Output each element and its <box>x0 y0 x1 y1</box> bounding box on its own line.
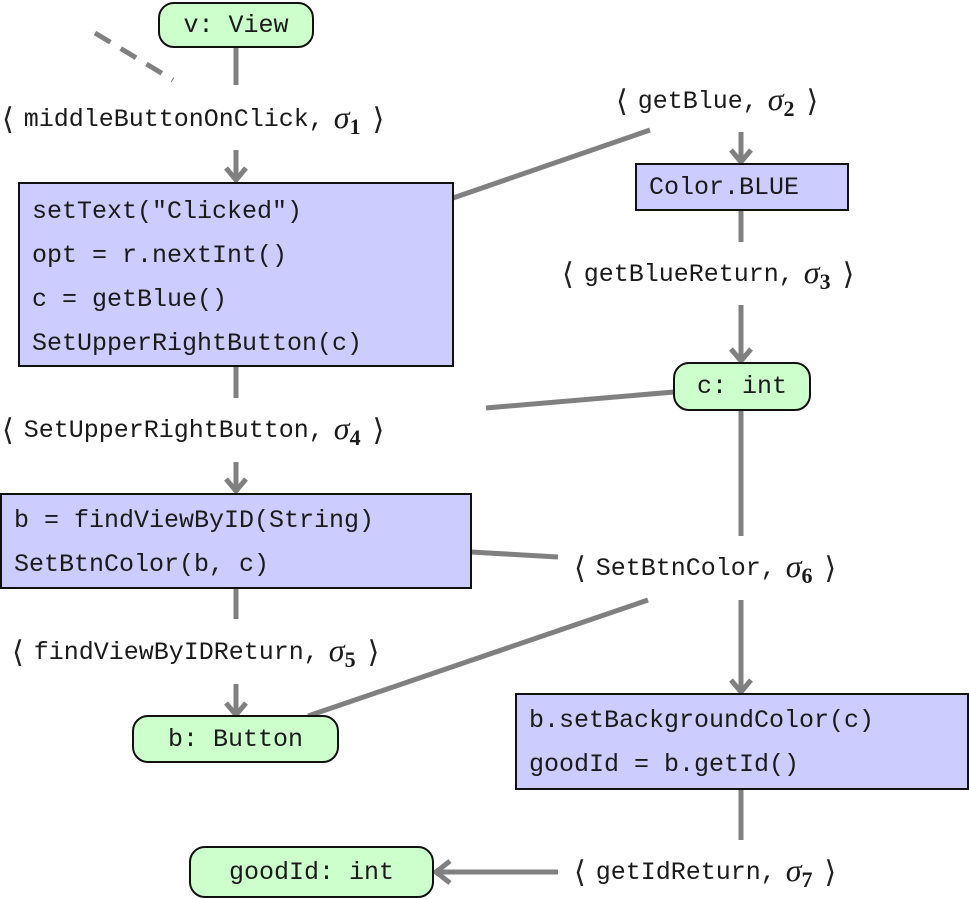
edge-label-6: ⟨ SetBtnColor, σ6 ⟩ <box>574 545 836 591</box>
stmt-line: SetUpperRightButton(c) <box>32 329 363 358</box>
edge-label-4: ⟨ SetUpperRightButton, σ4 ⟩ <box>2 407 384 453</box>
close-bracket: ⟩ <box>367 634 380 670</box>
event-name: middleButtonOnClick <box>23 104 309 134</box>
sigma: σ7 <box>785 851 813 892</box>
stmt-line: setText("Clicked") <box>32 197 303 226</box>
separator: , <box>742 86 758 116</box>
sigma: σ4 <box>333 409 361 450</box>
node-v-view-text: v: View <box>183 10 289 40</box>
event-name: findViewByIDReturn <box>33 637 304 667</box>
close-bracket: ⟩ <box>372 412 385 448</box>
event-name: getIdReturn <box>595 857 761 887</box>
flow-diagram: v: View c: int b: Button goodId: int set… <box>0 0 969 899</box>
sigma: σ3 <box>803 253 831 294</box>
close-bracket: ⟩ <box>806 83 819 119</box>
edge-label-1: ⟨ middleButtonOnClick, σ1 ⟩ <box>2 96 384 142</box>
open-bracket: ⟨ <box>2 412 14 448</box>
stmt-line: Color.BLUE <box>649 172 800 202</box>
stmt-line: b.setBackgroundColor(c) <box>529 706 875 735</box>
event-name: getBlue <box>637 86 743 116</box>
edge-label-7: ⟨ getIdReturn, σ7 ⟩ <box>574 849 836 895</box>
open-bracket: ⟨ <box>574 854 586 890</box>
edge-label-3: ⟨ getBlueReturn, σ3 ⟩ <box>562 251 854 297</box>
close-bracket: ⟩ <box>824 550 837 586</box>
open-bracket: ⟨ <box>574 550 586 586</box>
separator: , <box>760 553 776 583</box>
event-name: SetUpperRightButton <box>23 415 309 445</box>
open-bracket: ⟨ <box>562 256 574 292</box>
edge-label-5: ⟨ findViewByIDReturn, σ5 ⟩ <box>12 629 379 675</box>
sigma: σ1 <box>333 98 361 139</box>
separator: , <box>303 637 319 667</box>
separator: , <box>308 415 324 445</box>
event-name: SetBtnColor <box>595 553 761 583</box>
node-find-view-block[interactable]: b = findViewByID(String) SetBtnColor(b, … <box>0 493 472 589</box>
separator: , <box>308 104 324 134</box>
node-v-view[interactable]: v: View <box>158 2 314 48</box>
open-bracket: ⟨ <box>2 101 14 137</box>
stmt-line: SetBtnColor(b, c) <box>14 550 270 579</box>
node-set-bg-block[interactable]: b.setBackgroundColor(c) goodId = b.getId… <box>515 693 969 790</box>
close-bracket: ⟩ <box>842 256 855 292</box>
sigma: σ6 <box>785 547 813 588</box>
sigma: σ5 <box>328 631 356 672</box>
sigma: σ2 <box>767 80 795 121</box>
separator: , <box>778 259 794 289</box>
node-color-blue[interactable]: Color.BLUE <box>635 163 849 211</box>
stmt-line: b = findViewByID(String) <box>14 506 375 535</box>
edge-find-block-to-label6 <box>470 549 559 560</box>
stmt-line: goodId = b.getId() <box>529 750 800 779</box>
node-middle-block[interactable]: setText("Clicked") opt = r.nextInt() c =… <box>18 182 454 367</box>
stmt-line: c = getBlue() <box>32 285 228 314</box>
stmt-line: opt = r.nextInt() <box>32 241 288 270</box>
event-name: getBlueReturn <box>583 259 779 289</box>
node-goodid-int[interactable]: goodId: int <box>189 846 434 898</box>
node-b-button[interactable]: b: Button <box>132 715 339 763</box>
close-bracket: ⟩ <box>372 101 385 137</box>
close-bracket: ⟩ <box>824 854 837 890</box>
edge-middle-block-to-label2 <box>452 127 651 201</box>
open-bracket: ⟨ <box>616 83 628 119</box>
separator: , <box>760 857 776 887</box>
node-goodid-int-text: goodId: int <box>228 857 395 887</box>
open-bracket: ⟨ <box>12 634 24 670</box>
node-c-int-text: c: int <box>696 372 787 401</box>
node-c-int[interactable]: c: int <box>673 362 811 411</box>
edge-label4-to-c-int <box>485 389 675 411</box>
edge-label-2: ⟨ getBlue, σ2 ⟩ <box>616 78 818 124</box>
node-b-button-text: b: Button <box>167 724 304 754</box>
